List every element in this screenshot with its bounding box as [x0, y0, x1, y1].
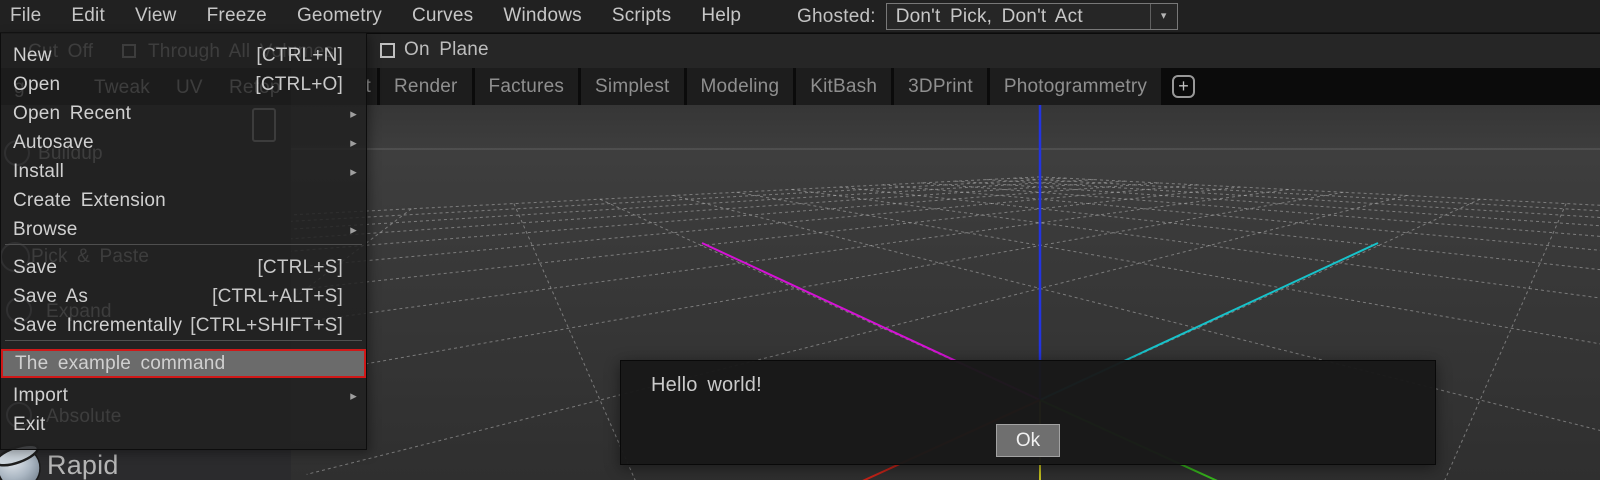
menubar-item[interactable]: Windows [494, 5, 594, 27]
menu-item-label: New [13, 45, 256, 67]
file-menu-item[interactable]: The example command [1, 349, 366, 378]
menubar-item[interactable]: Edit [62, 5, 118, 27]
file-menu: New [CTRL+N] Open [CTRL+O] Open Recent ▸… [0, 33, 367, 450]
menu-item-label: Save Incrementally [13, 315, 190, 337]
viewport-tabs: RenderFacturesSimplestModelingKitBash3DP… [380, 68, 1161, 105]
submenu-arrow-icon: ▸ [345, 222, 357, 238]
file-menu-item[interactable]: Save Incrementally [CTRL+SHIFT+S] [1, 311, 366, 340]
menu-item-label: Open [13, 74, 255, 96]
render-mode-label[interactable]: Rapid [47, 450, 119, 480]
menu-item-shortcut: [CTRL+ALT+S] [212, 286, 343, 308]
menubar-item[interactable]: Curves [403, 5, 486, 27]
submenu-arrow-icon: ▸ [345, 388, 357, 404]
menu-item-label: Save As [13, 286, 212, 308]
submenu-arrow-icon: ▸ [345, 135, 357, 151]
viewport-tab[interactable]: Modeling [687, 68, 794, 105]
menu-item-label: Save [13, 257, 257, 279]
menu-item-label: Create Extension [13, 190, 343, 212]
menu-item-shortcut: [CTRL+N] [256, 45, 343, 67]
viewport-tab[interactable]: Simplest [581, 68, 683, 105]
on-plane-label: On Plane [404, 39, 489, 61]
menubar-item[interactable]: Geometry [288, 5, 395, 27]
menu-item-label: Exit [13, 414, 343, 436]
file-menu-item[interactable]: Exit [1, 410, 366, 439]
menu-item-label: Open Recent [13, 103, 343, 125]
file-menu-item[interactable]: Open Recent ▸ [1, 99, 366, 128]
viewport-tab[interactable]: Render [380, 68, 472, 105]
menu-item-shortcut: [CTRL+S] [257, 257, 343, 279]
menubar-item[interactable]: Freeze [198, 5, 280, 27]
menu-item-label: Autosave [13, 132, 343, 154]
ok-button[interactable]: Ok [996, 424, 1060, 457]
menu-item-shortcut: [CTRL+O] [255, 74, 343, 96]
menu-item-label: Install [13, 161, 343, 183]
hello-dialog: Hello world! Ok [620, 360, 1436, 465]
file-menu-item[interactable]: Browse ▸ [1, 215, 366, 244]
menubar-item[interactable]: File [1, 5, 54, 27]
dialog-message: Hello world! [651, 374, 762, 397]
menubar: File Edit View Freeze Geometry Curves Windows S… [0, 0, 1600, 33]
file-menu-item[interactable]: Install ▸ [1, 157, 366, 186]
ghosted-control: Ghosted: Don't Pick, Don't Act ▾ [797, 0, 1178, 33]
viewport-tab[interactable]: KitBash [796, 68, 891, 105]
menu-item-label: Import [13, 385, 343, 407]
menu-item-label: Browse [13, 219, 343, 241]
submenu-arrow-icon: ▸ [345, 164, 357, 180]
file-menu-item[interactable]: Save As [CTRL+ALT+S] [1, 282, 366, 311]
menubar-item[interactable]: View [126, 5, 190, 27]
file-menu-item[interactable]: New [CTRL+N] [1, 41, 366, 70]
add-tab-button[interactable]: + [1172, 75, 1195, 98]
submenu-arrow-icon: ▸ [345, 106, 357, 122]
file-menu-item[interactable]: Import ▸ [1, 381, 366, 410]
menubar-item[interactable]: Scripts [603, 5, 684, 27]
ghosted-label: Ghosted: [797, 6, 876, 28]
viewport-tab[interactable]: Photogrammetry [990, 68, 1161, 105]
chevron-down-icon[interactable]: ▾ [1150, 4, 1177, 29]
viewport-tab[interactable]: Factures [475, 68, 579, 105]
viewport-tab[interactable]: 3DPrint [894, 68, 987, 105]
file-menu-item[interactable]: Save [CTRL+S] [1, 253, 366, 282]
ghosted-dropdown[interactable]: Don't Pick, Don't Act ▾ [886, 3, 1178, 30]
file-menu-item[interactable]: Create Extension [1, 186, 366, 215]
menu-item-shortcut: [CTRL+SHIFT+S] [190, 315, 343, 337]
menu-item-label: The example command [15, 353, 341, 375]
menubar-item[interactable]: Help [692, 5, 754, 27]
on-plane-checkbox[interactable] [380, 43, 395, 58]
file-menu-item[interactable]: Open [CTRL+O] [1, 70, 366, 99]
ghosted-dropdown-value: Don't Pick, Don't Act [896, 6, 1083, 27]
file-menu-item[interactable]: Autosave ▸ [1, 128, 366, 157]
